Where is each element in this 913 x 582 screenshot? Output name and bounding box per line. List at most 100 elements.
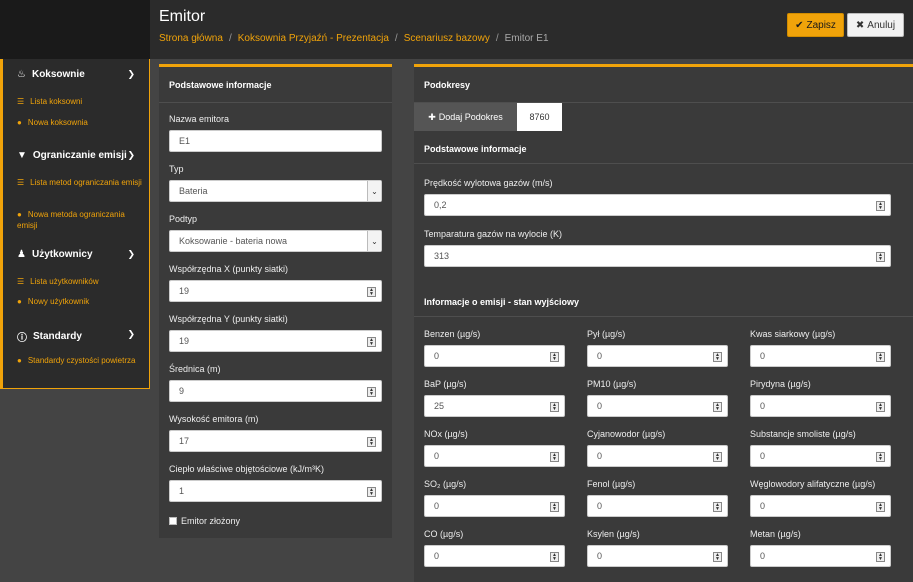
- page-header: Emitor Strona główna / Koksownia Przyjaźń …: [150, 0, 913, 59]
- spinner-icon[interactable]: ▲ ▼: [550, 352, 559, 362]
- sidebar: ♨ Koksownie ❯ ☰ Lista koksowni ● Nowa kokso…: [0, 59, 150, 389]
- spinner-icon[interactable]: ▲ ▼: [550, 402, 559, 412]
- user-icon: ♟: [17, 249, 26, 260]
- spinner-icon[interactable]: ▲ ▼: [876, 552, 885, 562]
- emission-label: Cyjanowodor (µg/s): [587, 429, 666, 439]
- add-subperiod-tab[interactable]: ✚ Dodaj Podokres: [414, 103, 517, 131]
- emission-input[interactable]: 0 ▲ ▼: [424, 345, 565, 367]
- sidebar-item-lista-uzytkownikow[interactable]: ☰ Lista użytkowników: [17, 276, 142, 287]
- name-input[interactable]: E1: [169, 130, 382, 152]
- emission-input[interactable]: 0 ▲ ▼: [587, 545, 728, 567]
- spinner-icon[interactable]: ▲ ▼: [876, 402, 885, 412]
- spinner-icon[interactable]: ▲ ▼: [713, 552, 722, 562]
- breadcrumb-current: Emitor E1: [504, 33, 549, 44]
- list-icon: ☰: [17, 97, 25, 106]
- field-label: Temparatura gazów na wylocie (K): [424, 229, 563, 239]
- specific-heat-input[interactable]: 1 ▲ ▼: [169, 480, 382, 502]
- emission-label: Kwas siarkowy (µg/s): [750, 329, 836, 339]
- velocity-input[interactable]: 0,2 ▲ ▼: [424, 194, 891, 216]
- close-icon: ✖: [855, 19, 865, 31]
- subtype-select[interactable]: Koksowanie - bateria nowa ⌄: [169, 230, 382, 252]
- field-label: Ciepło właściwe objętościowe (kJ/m³K): [169, 464, 325, 474]
- page-title: Emitor: [159, 8, 206, 25]
- basic-info-panel: Podstawowe informacje Nazwa emitora E1 T…: [159, 64, 392, 538]
- emission-input[interactable]: 0 ▲ ▼: [587, 395, 728, 417]
- emission-input[interactable]: 0 ▲ ▼: [587, 495, 728, 517]
- spinner-icon[interactable]: ▲ ▼: [713, 402, 722, 412]
- emission-label: PM10 (µg/s): [587, 379, 637, 389]
- emission-label: Węglowodory alifatyczne (µg/s): [750, 479, 876, 489]
- save-button[interactable]: ✔ Zapisz: [787, 13, 844, 37]
- emission-input[interactable]: 0 ▲ ▼: [424, 545, 565, 567]
- tab-8760[interactable]: 8760: [517, 103, 562, 131]
- chevron-down-icon[interactable]: ❯: [127, 249, 135, 260]
- spinner-icon[interactable]: ▲ ▼: [550, 552, 559, 562]
- sidebar-item-lista-koksowni[interactable]: ☰ Lista koksowni: [17, 96, 142, 107]
- emission-input[interactable]: 0 ▲ ▼: [424, 495, 565, 517]
- coord-y-input[interactable]: 19 ▲ ▼: [169, 330, 382, 352]
- spinner-icon[interactable]: ▲ ▼: [876, 352, 885, 362]
- height-input[interactable]: 17 ▲ ▼: [169, 430, 382, 452]
- composite-emitter-checkbox[interactable]: Emitor złożony: [169, 516, 240, 526]
- spinner-icon[interactable]: ▲ ▼: [367, 287, 376, 297]
- chevron-down-icon: ⌄: [367, 181, 381, 201]
- emission-input[interactable]: 0 ▲ ▼: [587, 445, 728, 467]
- list-icon: ☰: [17, 277, 25, 286]
- sidebar-item-lista-metod[interactable]: ☰ Lista metod ograniczania emisji: [17, 177, 142, 188]
- diameter-input[interactable]: 9 ▲ ▼: [169, 380, 382, 402]
- sidebar-item-nowa-koksownia[interactable]: ● Nowa koksownia: [17, 117, 142, 128]
- spinner-icon[interactable]: ▲ ▼: [713, 452, 722, 462]
- breadcrumb-scenario[interactable]: Scenariusz bazowy: [404, 33, 490, 44]
- fire-icon: ♨: [17, 69, 26, 80]
- emission-label: NOx (µg/s): [424, 429, 468, 439]
- emission-input[interactable]: 0 ▲ ▼: [750, 395, 891, 417]
- spinner-icon[interactable]: ▲ ▼: [550, 502, 559, 512]
- cancel-button[interactable]: ✖ Anuluj: [847, 13, 904, 37]
- chevron-down-icon[interactable]: ❯: [127, 69, 135, 80]
- plus-icon: ✚: [428, 111, 436, 122]
- spinner-icon[interactable]: ▲ ▼: [876, 252, 885, 262]
- emission-input[interactable]: 25 ▲ ▼: [424, 395, 565, 417]
- filter-icon: ▼: [17, 150, 27, 161]
- spinner-icon[interactable]: ▲ ▼: [876, 452, 885, 462]
- sidebar-section-ograniczanie[interactable]: ▼ Ograniczanie emisji: [17, 150, 127, 161]
- sidebar-section-standardy[interactable]: ⓘ Standardy: [17, 329, 82, 344]
- field-label: Typ: [169, 164, 184, 174]
- emission-input[interactable]: 0 ▲ ▼: [424, 445, 565, 467]
- sidebar-section-koksownie[interactable]: ♨ Koksownie: [17, 69, 85, 80]
- spinner-icon[interactable]: ▲ ▼: [367, 437, 376, 447]
- coord-x-input[interactable]: 19 ▲ ▼: [169, 280, 382, 302]
- field-label: Średnica (m): [169, 364, 221, 374]
- sidebar-section-uzytkownicy[interactable]: ♟ Użytkownicy: [17, 249, 93, 260]
- sidebar-item-standardy-czystosci[interactable]: ● Standardy czystości powietrza: [17, 355, 142, 366]
- field-label: Podtyp: [169, 214, 198, 224]
- spinner-icon[interactable]: ▲ ▼: [367, 487, 376, 497]
- spinner-icon[interactable]: ▲ ▼: [367, 387, 376, 397]
- emission-input[interactable]: 0 ▲ ▼: [750, 545, 891, 567]
- spinner-icon[interactable]: ▲ ▼: [713, 352, 722, 362]
- spinner-icon[interactable]: ▲ ▼: [876, 201, 885, 211]
- spinner-icon[interactable]: ▲ ▼: [713, 502, 722, 512]
- emission-input[interactable]: 0 ▲ ▼: [750, 345, 891, 367]
- plus-circle-icon: ●: [17, 118, 22, 127]
- emission-input[interactable]: 0 ▲ ▼: [750, 495, 891, 517]
- spinner-icon[interactable]: ▲ ▼: [876, 502, 885, 512]
- emission-input[interactable]: 0 ▲ ▼: [587, 345, 728, 367]
- spinner-icon[interactable]: ▲ ▼: [367, 337, 376, 347]
- sidebar-item-nowy-uzytkownik[interactable]: ● Nowy użytkownik: [17, 296, 142, 307]
- chevron-down-icon[interactable]: ❯: [127, 329, 135, 340]
- panel-heading: Podstawowe informacje: [159, 67, 392, 103]
- breadcrumb-coking-plant[interactable]: Koksownia Przyjaźń - Prezentacja: [238, 33, 389, 44]
- type-select[interactable]: Bateria ⌄: [169, 180, 382, 202]
- chevron-down-icon[interactable]: ❯: [127, 150, 135, 161]
- emission-label: BaP (µg/s): [424, 379, 467, 389]
- checkbox-icon[interactable]: [169, 517, 177, 525]
- temperature-input[interactable]: 313 ▲ ▼: [424, 245, 891, 267]
- sidebar-item-nowa-metoda[interactable]: ● Nowa metoda ograniczania emisji: [17, 209, 142, 231]
- emission-input[interactable]: 0 ▲ ▼: [750, 445, 891, 467]
- breadcrumb: Strona główna / Koksownia Przyjaźń - Preze…: [159, 33, 549, 44]
- spinner-icon[interactable]: ▲ ▼: [550, 452, 559, 462]
- emission-label: Fenol (µg/s): [587, 479, 636, 489]
- breadcrumb-home[interactable]: Strona główna: [159, 33, 223, 44]
- emission-label: Metan (µg/s): [750, 529, 801, 539]
